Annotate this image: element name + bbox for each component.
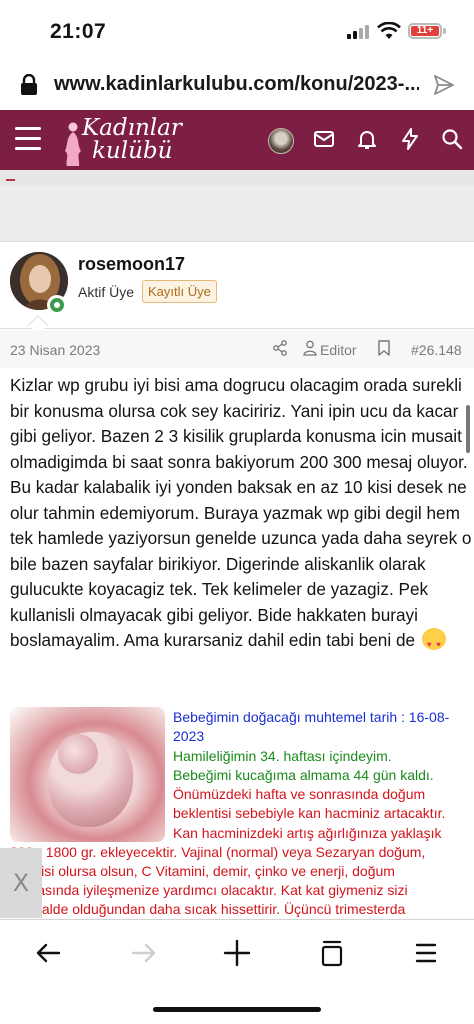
user-icon [303, 340, 317, 356]
red-dash [6, 179, 15, 181]
pregnancy-image [10, 707, 165, 842]
wifi-icon [377, 22, 401, 39]
plus-icon[interactable] [222, 938, 252, 968]
back-icon[interactable] [33, 938, 63, 968]
user-title: Aktif Üye [78, 284, 135, 300]
baby-illustration [48, 732, 133, 827]
post-date[interactable]: 23 Nisan 2023 [10, 342, 100, 358]
post-body: Kizlar wp grubu iyi bisi ama dogrucu ola… [10, 373, 472, 658]
logo-line2: kulübü [92, 138, 173, 164]
battery-tip [443, 28, 446, 34]
ticker-line-9: hangisi olursa olsun, C Vitamini, demir,… [10, 863, 395, 879]
status-bar: 21:07 11+ [0, 0, 474, 60]
battery-level: 11+ [411, 26, 439, 36]
editor-link[interactable]: Editor [320, 342, 357, 358]
site-logo[interactable]: Kadınlar kulübü [60, 115, 200, 169]
status-time: 21:07 [50, 20, 107, 43]
ticker-line-8: 200 - 1800 gr. ekleyecektir. Vajinal (no… [10, 844, 426, 860]
user-badge: Kayıtlı Üye [142, 280, 217, 303]
menu-icon[interactable] [15, 127, 41, 150]
logo-text: Kadınlar kulübü [82, 117, 182, 163]
share-nodes-icon[interactable] [272, 340, 288, 356]
bolt-icon[interactable] [398, 127, 422, 151]
url-text[interactable]: www.kadinlarkulubu.com/konu/2023-... [54, 73, 419, 96]
ticker-line-7: Kan hacminizdeki artış ağırlığınıza yakl… [173, 825, 442, 841]
smiling-hearts-emoji-icon [421, 628, 446, 658]
header-avatar[interactable] [268, 128, 294, 154]
ticker-line-6: beklentisi sebebiyle kan hacminiz artaca… [173, 805, 446, 821]
tabs-icon[interactable] [317, 938, 347, 968]
logo-figure-icon [65, 122, 81, 166]
ticker-line-11: normalde olduğundan daha sıcak hissettir… [10, 901, 406, 917]
mail-icon[interactable] [312, 127, 336, 151]
ticker-line-10: sonrasında iyileşmenize yardımcı olacakt… [10, 882, 408, 898]
url-bar[interactable]: www.kadinlarkulubu.com/konu/2023-... [0, 60, 474, 110]
forward-icon[interactable] [129, 938, 159, 968]
ticker-line-3: Hamileliğimin 34. haftası içindeyim. [173, 748, 392, 764]
home-indicator [153, 1007, 321, 1012]
bell-icon[interactable] [355, 127, 379, 151]
ticker-line-2: 2023 [173, 728, 205, 744]
ticker-line-4: Bebeğimi kucağıma almama 44 gün kaldı. [173, 767, 434, 783]
share-icon[interactable] [432, 73, 456, 97]
username[interactable]: rosemoon17 [78, 254, 185, 275]
hamburger-icon[interactable] [411, 938, 441, 968]
search-icon[interactable] [440, 127, 464, 151]
post-number[interactable]: #26.148 [411, 342, 462, 358]
pregnancy-ticker: Bebeğimin doğacağı muhtemel tarih : 16-0… [10, 707, 474, 919]
signal-icon [347, 25, 371, 39]
ticker-line-1: Bebeğimin doğacağı muhtemel tarih : 16-0… [173, 709, 450, 725]
post-author [0, 242, 474, 329]
battery-icon: 11+ [408, 23, 442, 39]
gray-band-top [0, 170, 474, 185]
lock-icon [21, 74, 37, 95]
bookmark-icon[interactable] [378, 340, 390, 356]
ticker-line-5: Önümüzdeki hafta ve sonrasında doğum [173, 786, 426, 802]
online-status-icon [47, 295, 67, 315]
scrollbar[interactable] [466, 405, 470, 453]
post-text: Kizlar wp grubu iyi bisi ama dogrucu ola… [10, 375, 472, 650]
close-overlay-button[interactable]: X [0, 848, 42, 918]
